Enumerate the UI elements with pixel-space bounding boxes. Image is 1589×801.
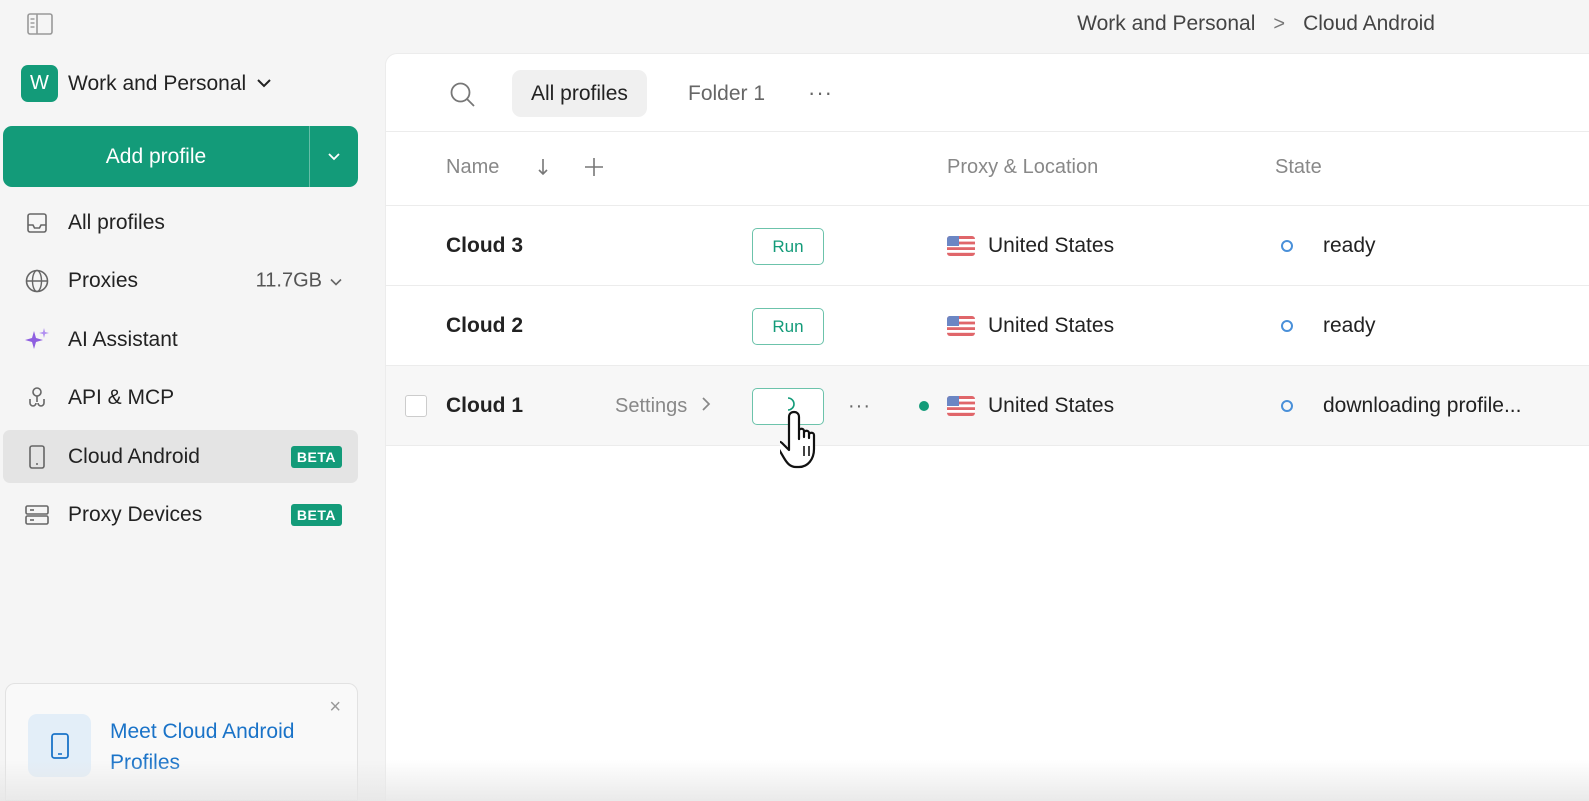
breadcrumb-separator: > (1273, 12, 1286, 35)
sparkle-icon (23, 326, 51, 354)
sidebar-item-label: Proxy Devices (68, 503, 203, 526)
chevron-down-icon (328, 148, 340, 166)
workspace-switcher[interactable]: W Work and Personal (21, 65, 272, 102)
table-header: Name Proxy & Location State (386, 132, 1589, 206)
server-icon (23, 501, 51, 529)
sidebar-item-label: AI Assistant (68, 327, 178, 351)
phone-icon (28, 714, 91, 777)
us-flag-icon (947, 396, 975, 416)
globe-icon (23, 267, 51, 295)
loading-spinner-icon (780, 396, 796, 417)
proxy-traffic-value: 11.7GB (255, 269, 322, 292)
status-dot-icon (919, 401, 929, 411)
sidebar-item-all-profiles[interactable]: All profiles (3, 196, 358, 249)
profile-name: Cloud 2 (446, 314, 523, 337)
sidebar-item-api-mcp[interactable]: API & MCP (3, 372, 358, 425)
sidebar-item-cloud-android[interactable]: Cloud Android BETA (3, 430, 358, 483)
breadcrumb: Work and Personal > Cloud Android (1077, 12, 1435, 36)
profile-state: ready (1281, 206, 1376, 286)
table-row[interactable]: Cloud 1 Settings ··· United States downl… (386, 366, 1589, 446)
state-label: ready (1323, 234, 1376, 257)
sidebar-item-label: Cloud Android (68, 444, 200, 468)
state-ring-icon (1281, 320, 1293, 332)
run-button[interactable]: Run (752, 228, 824, 265)
proxy-location: United States (947, 206, 1114, 286)
table-row[interactable]: Cloud 2 Run United States ready (386, 286, 1589, 366)
add-profile-dropdown[interactable] (310, 126, 358, 187)
api-icon (23, 384, 51, 412)
workspace-name: Work and Personal (68, 71, 247, 95)
column-header-name[interactable]: Name (446, 156, 499, 179)
state-ring-icon (1281, 400, 1293, 412)
promo-link[interactable]: Meet Cloud Android Profiles (110, 716, 330, 778)
profile-name: Cloud 1 (446, 394, 523, 417)
sidebar-nav: All profiles Proxies 11.7GB AI Assistant… (3, 196, 358, 547)
search-icon[interactable] (448, 80, 478, 110)
sidebar-item-label: All profiles (68, 210, 165, 234)
sidebar-toggle-icon[interactable] (26, 12, 53, 36)
tab-all-profiles[interactable]: All profiles (512, 70, 647, 117)
row-checkbox[interactable] (405, 395, 427, 417)
us-flag-icon (947, 236, 975, 256)
workspace-avatar: W (21, 65, 58, 102)
column-header-state[interactable]: State (1275, 156, 1322, 179)
state-label: downloading profile... (1323, 394, 1522, 417)
add-column-icon[interactable] (582, 152, 606, 182)
run-button-loading[interactable] (752, 388, 824, 425)
beta-badge: BETA (290, 504, 342, 526)
breadcrumb-workspace[interactable]: Work and Personal (1077, 12, 1255, 36)
main-panel: All profiles Folder 1 ··· Name Proxy & L… (385, 53, 1589, 801)
profile-state: ready (1281, 286, 1376, 366)
row-more-icon[interactable]: ··· (848, 366, 871, 446)
chevron-down-icon (330, 270, 342, 293)
state-label: ready (1323, 314, 1376, 337)
profile-name: Cloud 3 (446, 234, 523, 257)
location-label: United States (988, 234, 1115, 257)
more-tabs-icon[interactable]: ··· (808, 80, 833, 106)
sidebar-item-label: API & MCP (68, 386, 175, 409)
location-label: United States (988, 394, 1115, 417)
sidebar-item-proxies[interactable]: Proxies 11.7GB (3, 255, 358, 308)
proxy-traffic[interactable]: 11.7GB (256, 270, 342, 293)
settings-link[interactable]: Settings (615, 366, 711, 446)
location-label: United States (988, 314, 1115, 337)
table-row[interactable]: Cloud 3 Run United States ready (386, 206, 1589, 286)
sidebar-item-ai-assistant[interactable]: AI Assistant (3, 313, 358, 366)
top-bar: Work and Personal > Cloud Android (0, 0, 1589, 52)
tabs-bar: All profiles Folder 1 ··· (386, 54, 1589, 132)
tab-folder-1[interactable]: Folder 1 (669, 70, 784, 117)
proxy-location: United States (947, 286, 1114, 366)
column-header-proxy-location[interactable]: Proxy & Location (947, 156, 1098, 179)
proxy-location: United States (947, 366, 1114, 446)
add-profile-button-group: Add profile (3, 126, 358, 187)
add-profile-button[interactable]: Add profile (3, 126, 310, 187)
breadcrumb-current: Cloud Android (1303, 12, 1435, 35)
sidebar-item-label: Proxies (68, 269, 139, 292)
close-icon[interactable]: × (329, 696, 341, 719)
promo-card: Meet Cloud Android Profiles × (5, 683, 358, 801)
us-flag-icon (947, 316, 975, 336)
chevron-right-icon (701, 395, 711, 418)
profile-state: downloading profile... (1281, 366, 1521, 446)
inbox-icon (23, 209, 51, 237)
phone-icon (23, 443, 51, 471)
state-ring-icon (1281, 240, 1293, 252)
run-button[interactable]: Run (752, 308, 824, 345)
sidebar-item-proxy-devices[interactable]: Proxy Devices BETA (3, 489, 358, 542)
beta-badge: BETA (290, 445, 342, 468)
settings-label: Settings (615, 394, 688, 417)
chevron-down-icon (256, 75, 272, 93)
sort-down-icon[interactable] (531, 152, 555, 182)
